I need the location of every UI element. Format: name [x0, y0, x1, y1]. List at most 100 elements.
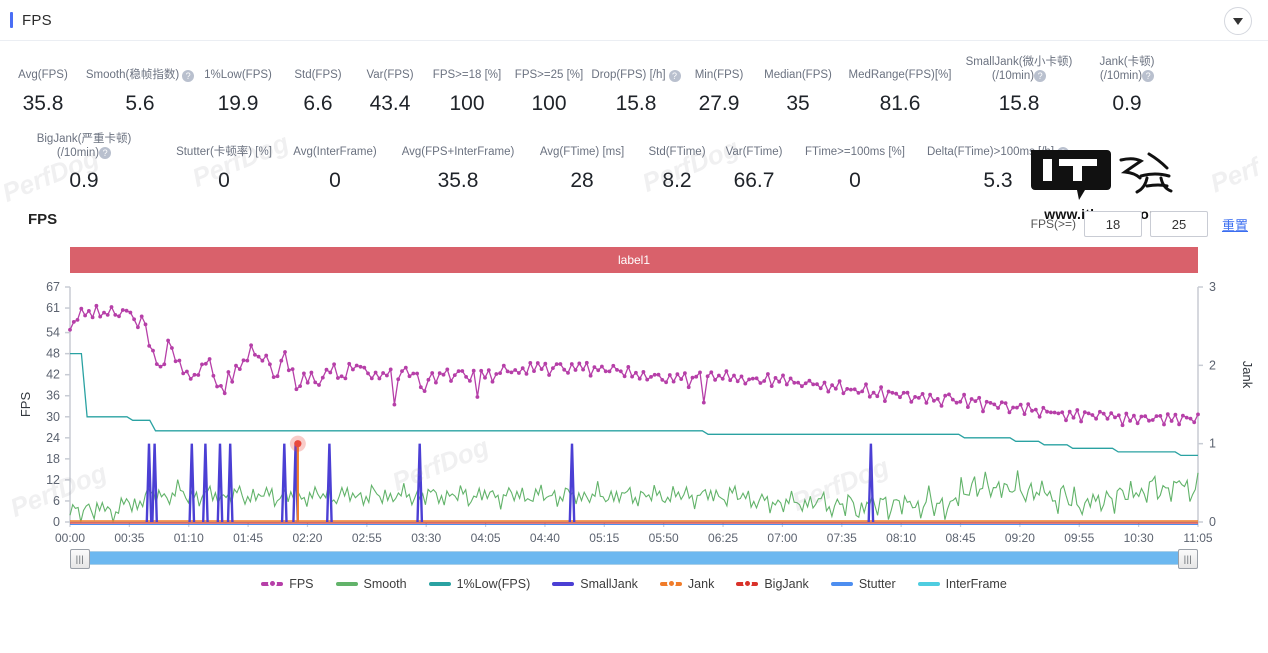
selected-point-marker: [294, 440, 301, 447]
legend-swatch-icon: [429, 582, 451, 586]
x-axis-tick-label: 10:30: [1124, 531, 1154, 545]
help-icon[interactable]: ?: [669, 70, 681, 82]
legend-label: FPS: [289, 577, 313, 591]
metric-ftime-gte-100ms: FTime>=100ms [%] 0: [792, 145, 918, 193]
x-axis-tick-label: 07:35: [827, 531, 857, 545]
panel-header: FPS: [0, 0, 1268, 41]
y2-axis-tick-label: 0: [1209, 515, 1216, 529]
y-axis-tick-label: 24: [46, 431, 60, 445]
y2-axis-title: Jank: [1240, 361, 1255, 389]
metric-value: 100: [449, 92, 484, 116]
x-axis-tick-label: 04:05: [471, 531, 501, 545]
legend-label: Smooth: [364, 577, 407, 591]
help-icon[interactable]: ?: [99, 147, 111, 159]
help-icon[interactable]: ?: [182, 70, 194, 82]
x-axis-tick-label: 02:20: [292, 531, 322, 545]
x-axis-tick-label: 00:00: [55, 531, 85, 545]
metric-avg-ftime: Avg(FTime) [ms] 28: [526, 145, 638, 193]
y-axis-title: FPS: [18, 392, 33, 418]
metric-label-sub: (/10min): [57, 147, 99, 159]
metric-1pct-low-fps: 1%Low(FPS) 19.9: [194, 68, 282, 116]
metrics-summary: Avg(FPS) 35.8 Smooth(稳帧指数)? 5.6 1%Low(FP…: [0, 41, 1268, 193]
metric-value: 0: [218, 169, 230, 193]
y2-axis-tick-label: 1: [1209, 437, 1216, 451]
series-smalljank-spike: [418, 444, 422, 522]
chart-title: FPS: [28, 211, 57, 228]
slider-handle-right[interactable]: |||: [1178, 549, 1198, 569]
x-axis-tick-label: 04:40: [530, 531, 560, 545]
metric-label: Avg(FTime) [ms]: [540, 145, 624, 160]
series-smalljank-spike: [282, 444, 286, 522]
metric-fps-gte-25: FPS>=25 [%] 100: [508, 68, 590, 116]
metric-fps-gte-18: FPS>=18 [%] 100: [426, 68, 508, 116]
metric-label: Delta(FTime)>100ms [/h]: [927, 145, 1054, 160]
slider-track[interactable]: [70, 551, 1198, 565]
legend-swatch-icon: [831, 582, 853, 586]
metric-smooth: Smooth(稳帧指数)? 5.6: [86, 68, 194, 116]
y-axis-tick-label: 48: [46, 347, 60, 361]
chart-plot-area[interactable]: PerfDog PerfDog PerfDog 0612182430364248…: [0, 279, 1268, 545]
x-axis-tick-label: 00:35: [114, 531, 144, 545]
y-axis-tick-label: 67: [46, 280, 60, 294]
metric-label: Stutter(卡顿率) [%]: [176, 145, 272, 160]
metrics-row-1: Avg(FPS) 35.8 Smooth(稳帧指数)? 5.6 1%Low(FP…: [0, 55, 1268, 116]
metric-label: Smooth(稳帧指数): [86, 68, 179, 83]
chart-header: FPS FPS(>=) 重置: [0, 211, 1268, 241]
page-title: FPS: [22, 12, 52, 29]
series-fps-line: [70, 306, 1198, 425]
scene-label-band[interactable]: label1: [70, 247, 1198, 273]
series-smalljank-spike: [869, 444, 873, 522]
metric-label: Std(FTime): [648, 145, 705, 160]
legend-item-stutter[interactable]: Stutter: [831, 577, 896, 591]
legend-item-interframe[interactable]: InterFrame: [918, 577, 1007, 591]
metric-label: Drop(FPS) [/h]: [591, 68, 665, 83]
series-smalljank-spike: [203, 444, 207, 522]
grip-icon: |||: [1184, 554, 1193, 564]
metric-value: 0.9: [1112, 92, 1141, 116]
x-axis-tick-label: 07:00: [767, 531, 797, 545]
legend-label: Stutter: [859, 577, 896, 591]
legend-item-jank[interactable]: Jank: [660, 577, 714, 591]
legend-item-bigjank[interactable]: BigJank: [736, 577, 808, 591]
reset-button[interactable]: 重置: [1222, 215, 1248, 234]
metric-stutter: Stutter(卡顿率) [%] 0: [168, 145, 280, 193]
fps-threshold-input-2[interactable]: [1150, 211, 1208, 237]
legend-item-smalljank[interactable]: SmallJank: [552, 577, 638, 591]
metric-median-fps: Median(FPS) 35: [756, 68, 840, 116]
slider-handle-left[interactable]: |||: [70, 549, 90, 569]
x-axis-tick-label: 05:50: [649, 531, 679, 545]
help-icon[interactable]: ?: [1142, 70, 1154, 82]
collapse-panel-button[interactable]: [1224, 7, 1252, 35]
metric-std-fps: Std(FPS) 6.6: [282, 68, 354, 116]
legend-item-1-low-fps[interactable]: 1%Low(FPS): [429, 577, 531, 591]
metric-label: Avg(FPS+InterFrame): [402, 145, 515, 160]
metric-value: 5.3: [983, 169, 1012, 193]
metric-label: Jank(卡顿): [1100, 56, 1155, 68]
series-smalljank-spike: [327, 444, 331, 522]
y-axis-tick-label: 61: [46, 301, 60, 315]
legend-item-fps[interactable]: FPS: [261, 577, 313, 591]
help-icon[interactable]: ?: [1057, 147, 1069, 159]
fps-filter-label: FPS(>=): [1031, 217, 1076, 231]
series-smalljank-spike: [152, 444, 156, 522]
legend-item-smooth[interactable]: Smooth: [336, 577, 407, 591]
metric-value: 28: [570, 169, 593, 193]
y2-axis-tick-label: 3: [1209, 280, 1216, 294]
metric-avg-fps-interframe: Avg(FPS+InterFrame) 35.8: [390, 145, 526, 193]
metric-value: 66.7: [734, 169, 775, 193]
series-smalljank-spike: [147, 444, 151, 522]
fps-threshold-input-1[interactable]: [1084, 211, 1142, 237]
fps-threshold-filter: FPS(>=) 重置: [1031, 211, 1248, 237]
x-axis-tick-label: 02:55: [352, 531, 382, 545]
metric-label: MedRange(FPS)[%]: [849, 68, 952, 83]
metric-value: 6.6: [303, 92, 332, 116]
y2-axis-tick-label: 2: [1209, 358, 1216, 372]
legend-label: InterFrame: [946, 577, 1007, 591]
series-smalljank-spike: [190, 444, 194, 522]
metric-jank: Jank(卡顿) (/10min)? 0.9: [1078, 55, 1176, 116]
help-icon[interactable]: ?: [1034, 70, 1046, 82]
metric-label: Min(FPS): [695, 68, 744, 83]
metric-min-fps: Min(FPS) 27.9: [682, 68, 756, 116]
time-range-slider[interactable]: ||| |||: [70, 549, 1198, 567]
metric-value: 43.4: [370, 92, 411, 116]
